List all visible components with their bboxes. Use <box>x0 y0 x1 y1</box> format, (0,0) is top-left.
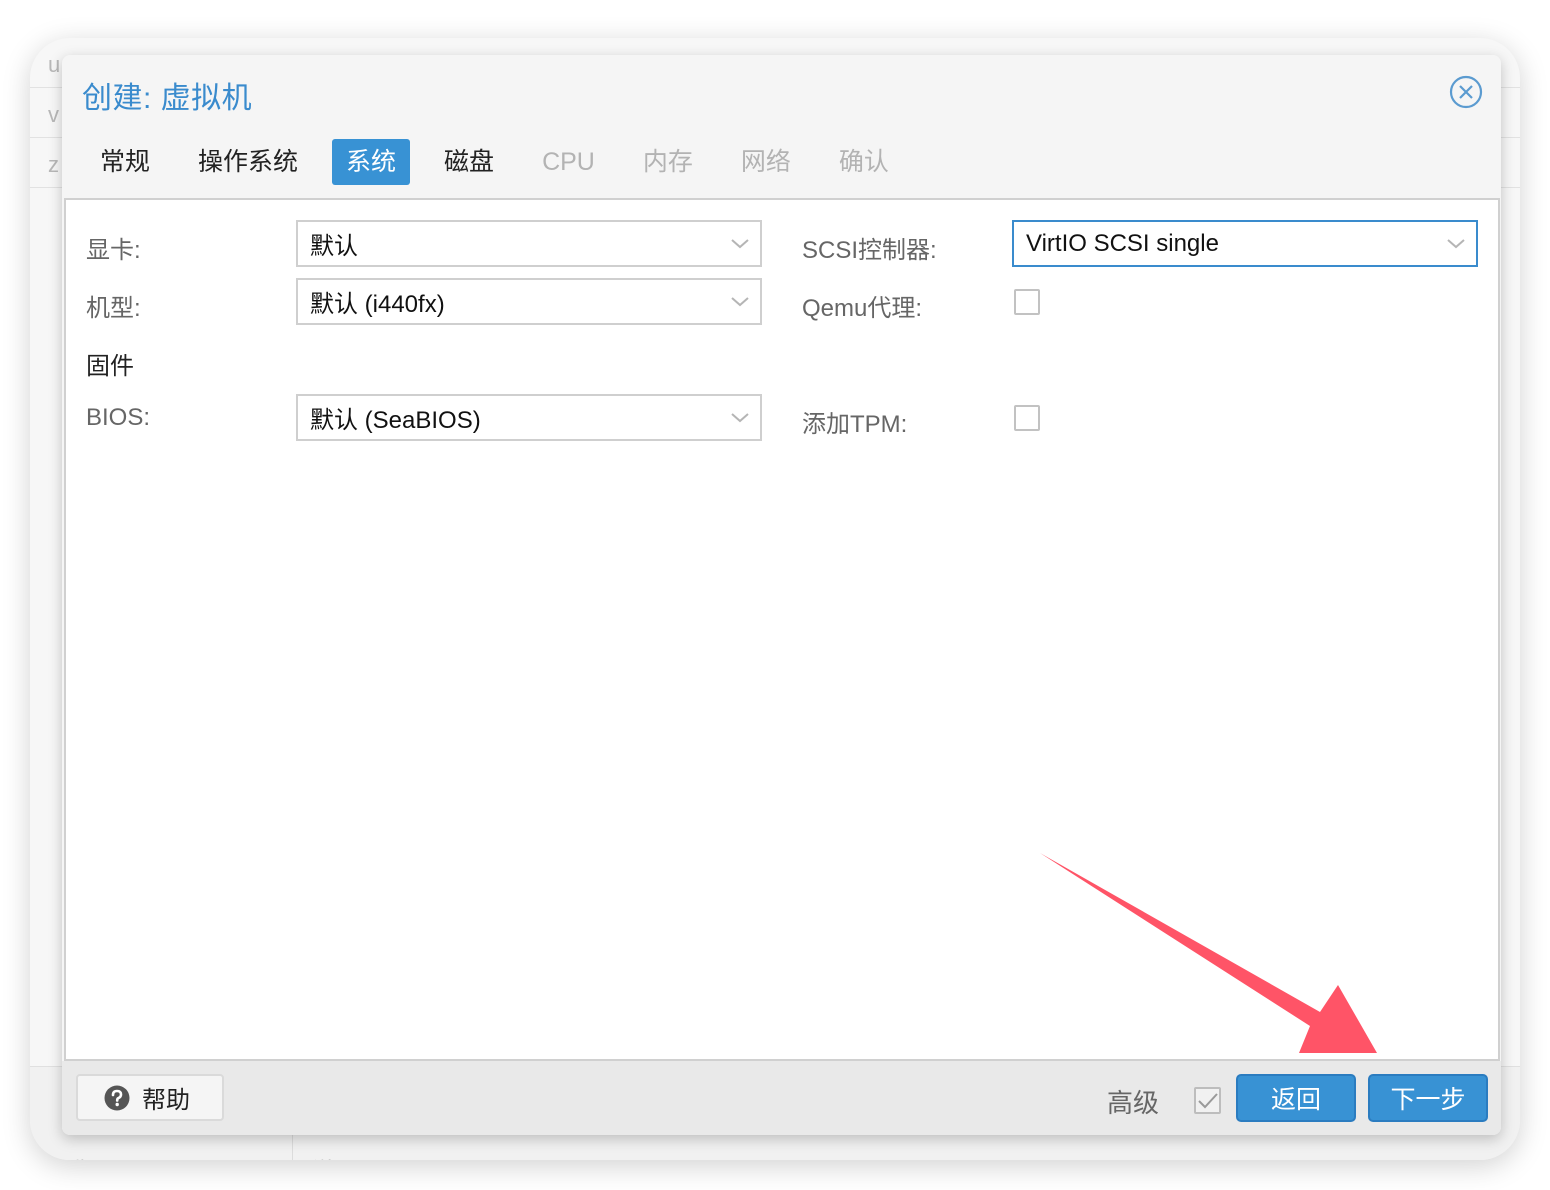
tab-general[interactable]: 常规 <box>86 139 164 185</box>
machine-label: 机型: <box>86 295 141 322</box>
background-column-header: 说明 <box>312 1153 356 1160</box>
system-form-panel: 显卡: 默认 机型: 默认 (i440fx) 固件 BIOS: 默认 (SeaB… <box>64 198 1500 1061</box>
tab-system[interactable]: 系统 <box>332 139 411 185</box>
background-row-text: z <box>48 152 59 177</box>
firmware-section-heading: 固件 <box>86 353 134 380</box>
scsi-controller-label: SCSI控制器: <box>802 237 937 264</box>
chevron-down-icon[interactable] <box>720 280 760 323</box>
chevron-down-icon[interactable] <box>720 222 760 265</box>
circle-x-icon <box>1449 75 1483 109</box>
next-button[interactable]: 下一步 <box>1368 1074 1488 1122</box>
back-button[interactable]: 返回 <box>1236 1074 1356 1122</box>
background-row-text: u <box>48 52 61 77</box>
tab-confirm[interactable]: 确认 <box>825 139 903 185</box>
qemu-agent-label: Qemu代理: <box>802 295 923 322</box>
help-button[interactable]: 帮助 <box>76 1074 224 1121</box>
tab-disks[interactable]: 磁盘 <box>430 139 508 185</box>
scsi-controller-select[interactable]: VirtIO SCSI single <box>1012 220 1478 267</box>
background-row-text: v <box>48 102 59 127</box>
bios-value: 默认 (SeaBIOS) <box>310 407 481 434</box>
machine-select[interactable]: 默认 (i440fx) <box>296 278 762 325</box>
add-tpm-label: 添加TPM: <box>802 411 908 438</box>
add-tpm-checkbox[interactable] <box>1014 405 1040 431</box>
graphics-card-select[interactable]: 默认 <box>296 220 762 267</box>
create-vm-dialog: 创建: 虚拟机 常规 操作系统 系统 磁盘 CPU 内存 网络 确认 显卡: 默… <box>62 55 1501 1135</box>
bios-select[interactable]: 默认 (SeaBIOS) <box>296 394 762 441</box>
bios-label: BIOS: <box>86 404 151 431</box>
advanced-label: 高级 <box>1106 1088 1159 1118</box>
tab-os[interactable]: 操作系统 <box>184 139 312 185</box>
chevron-down-icon[interactable] <box>1436 222 1476 265</box>
close-button[interactable] <box>1449 75 1483 109</box>
tab-network[interactable]: 网络 <box>727 139 805 185</box>
checkmark-icon <box>1197 1092 1218 1108</box>
tab-memory[interactable]: 内存 <box>629 139 707 185</box>
background-column-header: 名称 <box>48 1153 92 1160</box>
chevron-down-icon[interactable] <box>720 396 760 439</box>
graphics-card-label: 显卡: <box>86 237 141 264</box>
machine-value: 默认 (i440fx) <box>310 291 445 318</box>
dialog-footer: 帮助 高级 返回 下一步 <box>62 1061 1501 1135</box>
question-circle-icon <box>104 1085 130 1110</box>
wizard-tabs: 常规 操作系统 系统 磁盘 CPU 内存 网络 确认 <box>86 139 923 185</box>
scsi-controller-value: VirtIO SCSI single <box>1026 229 1219 257</box>
qemu-agent-checkbox[interactable] <box>1014 289 1040 315</box>
tab-cpu[interactable]: CPU <box>528 139 609 185</box>
help-button-label: 帮助 <box>142 1087 190 1114</box>
advanced-checkbox[interactable] <box>1194 1087 1221 1114</box>
dialog-title: 创建: 虚拟机 <box>82 82 253 115</box>
graphics-card-value: 默认 <box>310 233 358 260</box>
